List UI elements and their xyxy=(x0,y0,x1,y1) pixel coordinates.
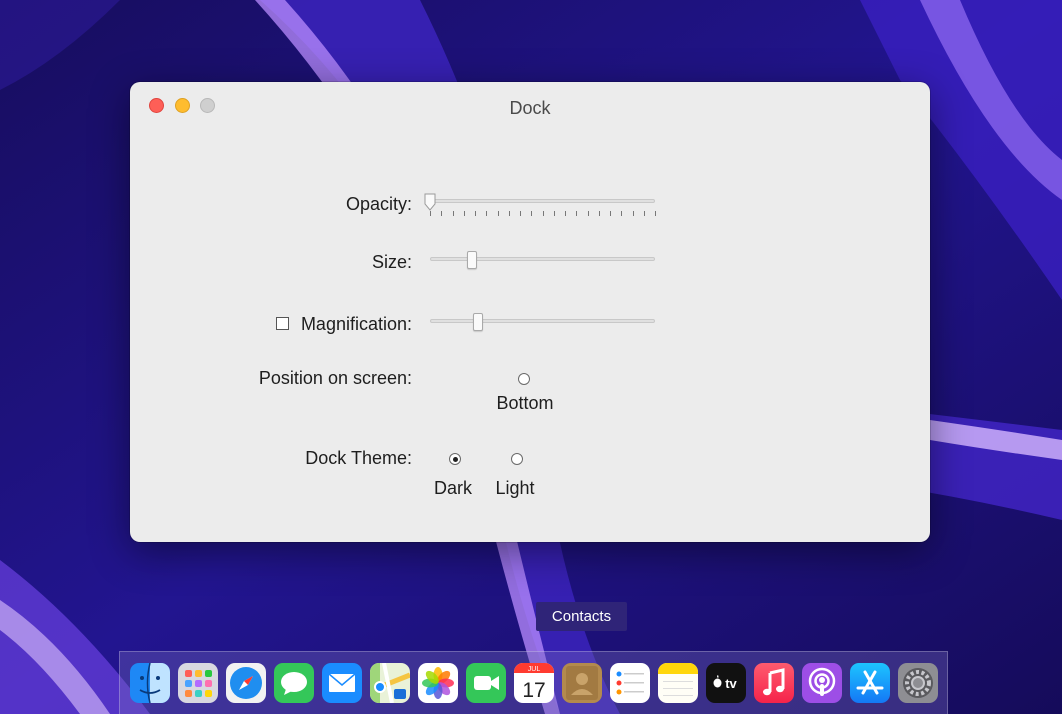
opacity-slider-tick xyxy=(508,211,510,216)
opacity-label: Opacity: xyxy=(345,194,412,214)
podcasts-icon[interactable] xyxy=(802,663,842,703)
theme-dark-label: Dark xyxy=(433,478,472,498)
opacity-slider-tick xyxy=(542,211,544,216)
launchpad-icon[interactable] xyxy=(178,663,218,703)
magnification-label: Magnification: xyxy=(300,314,412,334)
opacity-slider-tick xyxy=(497,211,499,216)
magnification-slider-thumb[interactable] xyxy=(473,313,483,331)
calendar-day: 17 xyxy=(522,679,545,702)
system-preferences-icon[interactable] xyxy=(898,663,938,703)
messages-icon[interactable] xyxy=(274,663,314,703)
notes-icon[interactable] xyxy=(658,663,698,703)
opacity-slider-tick xyxy=(632,211,634,216)
opacity-slider-tick xyxy=(463,211,465,216)
reminders-icon[interactable] xyxy=(610,663,650,703)
opacity-slider-tick xyxy=(610,211,611,216)
opacity-slider-tick xyxy=(587,211,589,216)
music-icon[interactable] xyxy=(754,663,794,703)
opacity-slider-tick xyxy=(486,211,488,216)
tv-icon[interactable]: tv xyxy=(706,663,746,703)
safari-icon[interactable] xyxy=(226,663,266,703)
opacity-slider-tick xyxy=(576,211,578,216)
opacity-slider-tick xyxy=(565,211,566,216)
facetime-icon[interactable] xyxy=(466,663,506,703)
dock-tooltip: Contacts xyxy=(536,602,627,631)
size-label: Size: xyxy=(371,252,412,272)
opacity-slider-tick xyxy=(553,211,555,216)
app-store-icon[interactable] xyxy=(850,663,890,703)
opacity-slider-tick xyxy=(655,211,656,216)
tv-label: tv xyxy=(725,676,737,691)
position-bottom-radio[interactable] xyxy=(518,373,530,385)
theme-light-label: Light xyxy=(495,478,535,498)
size-slider-thumb[interactable] xyxy=(466,251,477,269)
opacity-slider-thumb[interactable] xyxy=(424,193,436,211)
window-title: Dock xyxy=(509,98,551,118)
dock: JUL 17 tv xyxy=(119,651,948,714)
opacity-slider-tick xyxy=(598,211,600,216)
maps-icon[interactable] xyxy=(370,663,410,703)
opacity-slider-tick xyxy=(643,211,645,216)
finder-icon[interactable] xyxy=(130,663,170,703)
opacity-slider-tick xyxy=(452,211,454,216)
theme-dark-radio[interactable] xyxy=(449,453,461,465)
opacity-slider-tick xyxy=(475,211,476,216)
position-label: Position on screen: xyxy=(258,368,412,388)
calendar-month: JUL xyxy=(528,666,541,673)
opacity-slider-tick xyxy=(531,211,533,216)
dock-theme-label: Dock Theme: xyxy=(305,448,412,468)
opacity-slider-tick xyxy=(430,211,431,216)
contacts-icon[interactable] xyxy=(562,663,602,703)
magnification-slider-track[interactable] xyxy=(430,319,655,323)
magnification-checkbox[interactable] xyxy=(276,317,289,330)
theme-light-radio[interactable] xyxy=(511,453,523,465)
opacity-slider-track[interactable] xyxy=(430,199,655,203)
dock-preferences-window: Dock Opacity: Size: Magnification: Posit… xyxy=(130,82,930,542)
opacity-slider-tick xyxy=(621,211,623,216)
opacity-slider-tick xyxy=(520,211,521,216)
calendar-icon[interactable]: JUL 17 xyxy=(514,663,554,703)
mail-icon[interactable] xyxy=(322,663,362,703)
size-slider-track[interactable] xyxy=(430,257,655,261)
position-bottom-label: Bottom xyxy=(496,393,554,413)
opacity-slider-tick xyxy=(441,211,443,216)
photos-icon[interactable] xyxy=(418,663,458,703)
